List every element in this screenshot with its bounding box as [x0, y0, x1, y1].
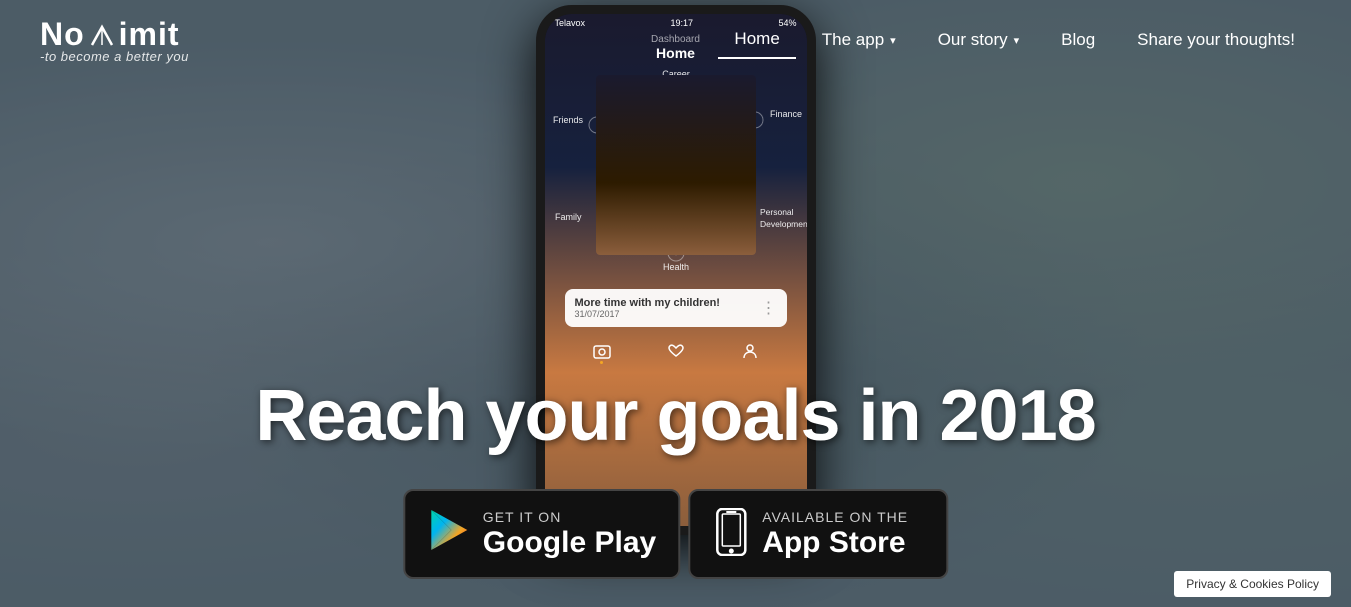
goal-menu-icon: ⋮: [761, 298, 777, 318]
nav-story[interactable]: Our story ▾: [922, 22, 1035, 58]
google-play-icon: [427, 508, 471, 561]
google-play-get-it: GET IT ON: [483, 509, 656, 526]
app-store-icon: [712, 508, 750, 561]
logo-text: No imit: [40, 16, 189, 53]
logo[interactable]: No imit -to become a better you: [40, 16, 189, 64]
google-play-text: GET IT ON Google Play: [483, 509, 656, 559]
app-buttons: GET IT ON Google Play Available on the A…: [403, 489, 948, 579]
svg-text:Personal: Personal: [760, 207, 794, 217]
app-store-button[interactable]: Available on the App Store: [688, 489, 948, 579]
logo-no: No: [40, 16, 85, 53]
hero-title: Reach your goals in 2018: [0, 380, 1351, 452]
navbar: No imit -to become a better you Home The…: [0, 0, 1351, 80]
svg-text:Development: Development: [760, 219, 807, 229]
app-chevron-icon: ▾: [890, 34, 896, 47]
nav-blog[interactable]: Blog: [1045, 22, 1111, 58]
google-play-button[interactable]: GET IT ON Google Play: [403, 489, 680, 579]
goal-info: More time with my children! 31/07/2017: [575, 297, 720, 319]
goal-date: 31/07/2017: [575, 309, 720, 319]
logo-imit: imit: [119, 16, 180, 53]
app-store-available: Available on the: [762, 509, 908, 526]
story-chevron-icon: ▾: [1014, 34, 1020, 47]
svg-text:Family: Family: [555, 212, 582, 222]
phone-nav-camera: [592, 343, 612, 364]
app-store-text: Available on the App Store: [762, 509, 908, 559]
google-play-name: Google Play: [483, 526, 656, 559]
goal-card: More time with my children! 31/07/2017 ⋮: [565, 289, 787, 327]
svg-text:Friends: Friends: [553, 115, 584, 125]
goal-title: More time with my children!: [575, 297, 720, 309]
privacy-notice[interactable]: Privacy & Cookies Policy: [1174, 571, 1331, 597]
nav-links: Home The app ▾ Our story ▾ Blog Share yo…: [718, 21, 1311, 59]
logo-tent-icon: [88, 23, 116, 47]
phone-nav-person: [740, 343, 760, 364]
nav-app[interactable]: The app ▾: [806, 22, 912, 58]
app-store-name: App Store: [762, 526, 908, 559]
hero-section: Reach your goals in 2018: [0, 380, 1351, 452]
svg-text:Finance: Finance: [770, 109, 802, 119]
logo-tagline: -to become a better you: [40, 49, 189, 64]
phone-nav-heart: [666, 343, 686, 364]
running-silhouette: [596, 75, 756, 255]
svg-text:Health: Health: [662, 262, 688, 272]
phone-bottom-nav: [545, 335, 807, 368]
nav-share[interactable]: Share your thoughts!: [1121, 22, 1311, 58]
nav-home[interactable]: Home: [718, 21, 795, 59]
radar-chart: Career Finance Personal Development Heal…: [545, 65, 807, 285]
